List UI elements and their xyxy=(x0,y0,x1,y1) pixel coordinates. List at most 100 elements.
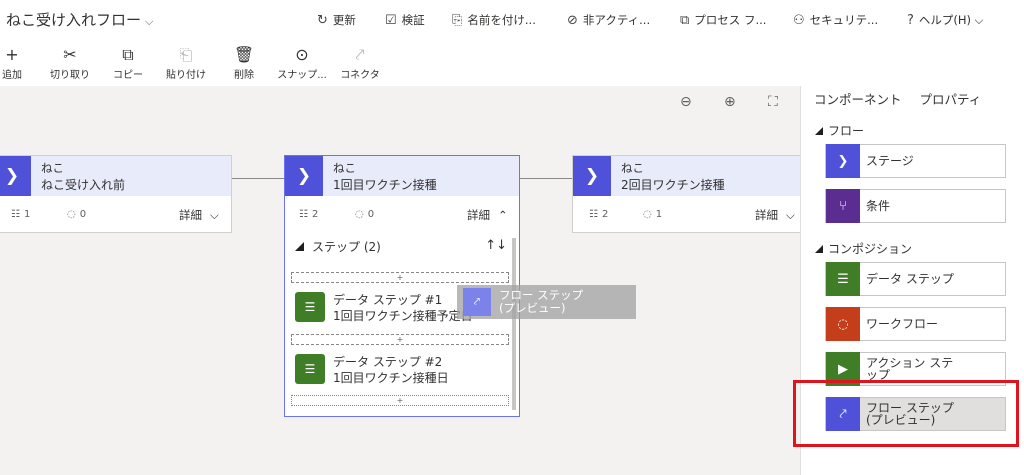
drag-ghost-flow-step: ⤤ フロー ステップ (プレビュー) xyxy=(457,285,636,319)
conditions-count-value: 0 xyxy=(79,209,87,220)
deactivate-button[interactable]: ⊘ 非アクティ... xyxy=(567,12,650,28)
drop-zone[interactable]: + xyxy=(291,395,509,406)
fit-to-screen-icon[interactable]: ⛶ xyxy=(768,94,778,110)
cut-button[interactable]: ✂ 切り取り xyxy=(38,44,102,81)
steps-icon: ☷ xyxy=(589,209,598,220)
stage-meta: ☷ 1 ◌ 0 詳細 ⌵ xyxy=(0,196,231,232)
chevron-up-icon: ⌃ xyxy=(498,208,508,222)
flow-title[interactable]: ねこ受け入れフロー ⌵ xyxy=(6,9,153,30)
steps-count: ☷ 1 xyxy=(11,209,30,220)
stage-icon: ❯ xyxy=(0,156,31,196)
stage-name: ねこ受け入れ前 xyxy=(41,178,126,192)
flow-title-text: ねこ受け入れフロー xyxy=(6,11,142,29)
detail-toggle[interactable]: 詳細 ⌵ xyxy=(179,207,219,223)
tab-properties[interactable]: プロパティ xyxy=(920,89,982,108)
data-step-icon: ☰ xyxy=(295,292,325,322)
highlight-annotation xyxy=(793,380,1019,447)
steps-scrollbar[interactable] xyxy=(512,238,516,410)
help-label: ヘルプ(H) ⌵ xyxy=(918,13,984,27)
detail-label: 詳細 xyxy=(467,208,490,222)
copy-label: コピー xyxy=(113,70,143,81)
paste-button[interactable]: ⎗ 貼り付け xyxy=(154,44,218,81)
delete-button[interactable]: 🗑 削除 xyxy=(212,44,276,81)
component-stage[interactable]: ❯ ステージ xyxy=(825,144,1006,178)
snapshot-label: スナップ... xyxy=(277,70,327,81)
steps-count-value: 2 xyxy=(601,209,609,220)
data-step-icon: ☰ xyxy=(826,262,860,296)
connector-button[interactable]: ⤤ コネクタ xyxy=(328,44,392,81)
zoom-in-icon[interactable]: ⊕ xyxy=(724,94,736,110)
drop-zone[interactable]: + xyxy=(291,272,509,283)
conditions-count: ◌ 0 xyxy=(67,209,86,220)
group-flow[interactable]: フロー xyxy=(815,122,864,139)
steps-count-value: 1 xyxy=(23,209,31,220)
stage-card[interactable]: ❯ ねこ ねこ受け入れ前 ☷ 1 ◌ 0 詳細 ⌵ xyxy=(0,155,232,233)
sort-icon[interactable]: ↑↓ xyxy=(485,238,507,253)
group-composition[interactable]: コンポジション xyxy=(815,240,912,257)
stage-card[interactable]: ❯ ねこ 2回目ワクチン接種 ☷ 2 ◌ 1 詳細 ⌵ xyxy=(572,155,800,233)
copy-icon: ⧉ xyxy=(122,45,134,64)
data-step-item[interactable]: ☰ データ ステップ #2 1回目ワクチン接種日 xyxy=(295,354,449,386)
paste-icon: ⎗ xyxy=(179,45,193,64)
deactivate-label: 非アクティ... xyxy=(582,13,651,27)
component-label: データ ステップ xyxy=(866,272,954,286)
zoom-out-icon[interactable]: ⊖ xyxy=(680,94,692,110)
refresh-label: 更新 xyxy=(332,13,356,27)
camera-icon: ⊙ xyxy=(295,45,309,64)
collapse-triangle-icon xyxy=(815,126,823,135)
save-as-button[interactable]: ⎘ 名前を付け... xyxy=(452,12,536,28)
stage-meta: ☷ 2 ◌ 1 詳細 ⌵ xyxy=(573,196,800,232)
stage-icon: ❯ xyxy=(826,144,860,178)
component-data-step[interactable]: ☰ データ ステップ xyxy=(825,262,1006,296)
stage-category: ねこ xyxy=(41,161,64,175)
refresh-icon: ↻ xyxy=(317,12,328,28)
conditions-count-value: 1 xyxy=(655,209,663,220)
refresh-button[interactable]: ↻ 更新 xyxy=(317,12,356,28)
delete-label: 削除 xyxy=(234,70,254,81)
detail-toggle[interactable]: 詳細 ⌵ xyxy=(755,207,795,223)
workflow-icon: ◌ xyxy=(643,209,652,220)
snapshot-button[interactable]: ⊙ スナップ... xyxy=(270,44,334,81)
step-title: データ ステップ #1 xyxy=(333,293,443,307)
validate-button[interactable]: ☑ 検証 xyxy=(385,12,425,28)
security-button[interactable]: ⚇ セキュリテ... xyxy=(793,12,878,28)
process-icon: ⧉ xyxy=(680,12,690,28)
process-button[interactable]: ⧉ プロセス フ... xyxy=(680,12,766,28)
flow-step-icon: ⤤ xyxy=(463,288,491,316)
drop-zone[interactable]: + xyxy=(291,334,509,345)
save-as-label: 名前を付け... xyxy=(467,13,536,27)
component-workflow[interactable]: ◌ ワークフロー xyxy=(825,307,1006,341)
stage-connector xyxy=(519,178,573,179)
steps-header[interactable]: ステップ (2) xyxy=(295,238,381,255)
component-label: ワークフロー xyxy=(866,317,939,331)
conditions-count: ◌ 1 xyxy=(643,209,662,220)
steps-icon: ☷ xyxy=(11,209,20,220)
data-step-item[interactable]: ☰ データ ステップ #1 1回目ワクチン接種予定日 xyxy=(295,292,473,324)
stage-name: 2回目ワクチン接種 xyxy=(621,178,725,192)
save-as-icon: ⎘ xyxy=(452,12,463,28)
copy-button[interactable]: ⧉ コピー xyxy=(96,44,160,81)
component-condition[interactable]: ⑂ 条件 xyxy=(825,189,1006,223)
step-title: データ ステップ #2 xyxy=(333,355,443,369)
group-label: コンポジション xyxy=(828,242,913,256)
detail-toggle[interactable]: 詳細 ⌃ xyxy=(467,207,508,223)
deactivate-icon: ⊘ xyxy=(567,12,578,28)
trash-icon: 🗑 xyxy=(233,45,255,64)
chevron-down-icon[interactable]: ⌵ xyxy=(145,15,153,28)
help-icon: ? xyxy=(907,12,914,28)
steps-title: ステップ (2) xyxy=(312,240,381,254)
step-field: 1回目ワクチン接種日 xyxy=(333,371,449,385)
stage-category: ねこ xyxy=(621,161,644,175)
collapse-triangle-icon xyxy=(295,242,304,251)
collapse-triangle-icon xyxy=(815,244,823,253)
stage-category: ねこ xyxy=(333,161,356,175)
component-label: ステージ xyxy=(866,154,914,168)
workflow-icon: ◌ xyxy=(67,209,76,220)
paste-label: 貼り付け xyxy=(166,70,206,81)
workflow-icon: ◌ xyxy=(826,307,860,341)
connector-icon: ⤤ xyxy=(355,45,365,64)
detail-label: 詳細 xyxy=(179,208,202,222)
design-canvas[interactable]: ⊖ ⊕ ⛶ ❯ ねこ ねこ受け入れ前 ☷ 1 ◌ 0 詳細 ⌵ ❯ ねこ 1回目ワクチ… xyxy=(0,86,800,475)
tab-components[interactable]: コンポーネント xyxy=(814,89,902,108)
help-button[interactable]: ? ヘルプ(H) ⌵ xyxy=(907,12,983,28)
